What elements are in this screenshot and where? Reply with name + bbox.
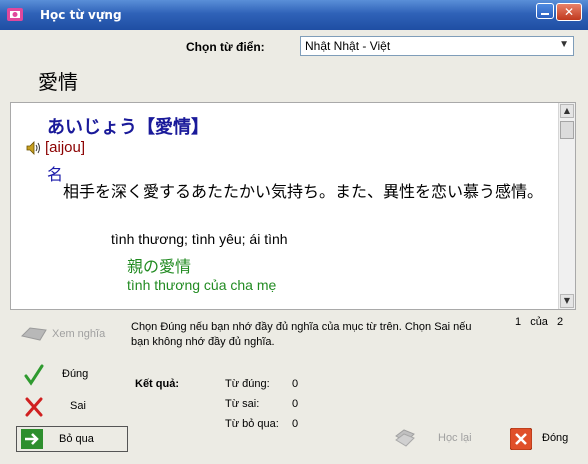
correct-count-value: 0: [292, 378, 299, 390]
entry-romaji: [aijou]: [45, 139, 86, 156]
speaker-icon[interactable]: [26, 141, 42, 155]
correct-button[interactable]: Đúng: [20, 362, 110, 388]
skipped-count-label: Từ bỏ qua:: [225, 418, 279, 430]
definition-text: 相手を深く愛するあたたかい気持ち。また、異性を恋い慕う感情。: [63, 182, 544, 201]
progress-total: 2: [557, 316, 564, 328]
relearn-icon: [395, 429, 415, 447]
dictionary-label: Chọn từ điển:: [186, 40, 265, 54]
wrong-count-label: Từ sai:: [225, 398, 260, 410]
content-scrollbar[interactable]: ▲ ▼: [558, 103, 575, 309]
skipped-count-value: 0: [292, 418, 299, 430]
skip-button[interactable]: Bỏ qua: [16, 426, 128, 452]
relearn-label: Học lại: [438, 432, 472, 444]
example-japanese: 親の愛情: [127, 257, 192, 276]
relearn-button[interactable]: Học lại: [394, 428, 484, 450]
app-icon: [7, 8, 23, 21]
book-icon: [21, 327, 47, 341]
arrow-right-icon: [21, 429, 43, 449]
entry-reading: あいじょう【愛情】: [47, 117, 209, 138]
scroll-thumb[interactable]: [560, 121, 574, 139]
results-title: Kết quả:: [135, 378, 179, 390]
progress-current: 1: [515, 316, 522, 328]
wrong-count-value: 0: [292, 398, 299, 410]
entry-content-panel[interactable]: あいじょう【愛情】 [aijou] 名 相手を深く愛するあたたかい気持ち。また、…: [10, 102, 576, 310]
close-button[interactable]: Đóng: [508, 426, 578, 452]
correct-label: Đúng: [62, 368, 89, 380]
progress-of: của: [530, 316, 548, 328]
skip-label: Bỏ qua: [59, 433, 94, 445]
example-vietnamese: tình thương của cha mẹ: [127, 277, 277, 293]
dropdown-arrow-icon[interactable]: ▼: [559, 39, 569, 50]
scroll-up-icon[interactable]: ▲: [560, 104, 574, 118]
title-bar: Học từ vựng ✕: [0, 0, 588, 30]
dictionary-selected-value: Nhật Nhật - Việt: [305, 39, 391, 53]
minimize-button[interactable]: [536, 3, 554, 19]
dictionary-select[interactable]: Nhật Nhật - Việt ▼: [300, 36, 574, 56]
wrong-label: Sai: [70, 400, 86, 412]
checkmark-icon: [24, 364, 44, 386]
show-meaning-button[interactable]: Xem nghĩa: [20, 322, 108, 346]
wrong-button[interactable]: Sai: [20, 394, 110, 420]
headword: 愛情: [38, 70, 78, 94]
window-title: Học từ vựng: [40, 8, 122, 22]
close-label: Đóng: [542, 432, 569, 444]
close-window-button[interactable]: ✕: [556, 3, 582, 21]
part-of-speech: 名: [47, 165, 64, 184]
correct-count-label: Từ đúng:: [225, 378, 270, 390]
show-meaning-label: Xem nghĩa: [52, 328, 106, 340]
scroll-down-icon[interactable]: ▼: [560, 294, 574, 308]
cross-icon: [25, 397, 43, 417]
close-icon: [510, 428, 532, 450]
instruction-text: Chọn Đúng nếu bạn nhớ đầy đủ nghĩa của m…: [131, 321, 472, 348]
progress-indicator: 1 của 2: [515, 316, 563, 328]
vocab-window: Học từ vựng ✕ Chọn từ điển: Nhật Nhật - …: [0, 0, 588, 464]
vietnamese-meaning: tình thương; tình yêu; ái tình: [111, 231, 288, 247]
